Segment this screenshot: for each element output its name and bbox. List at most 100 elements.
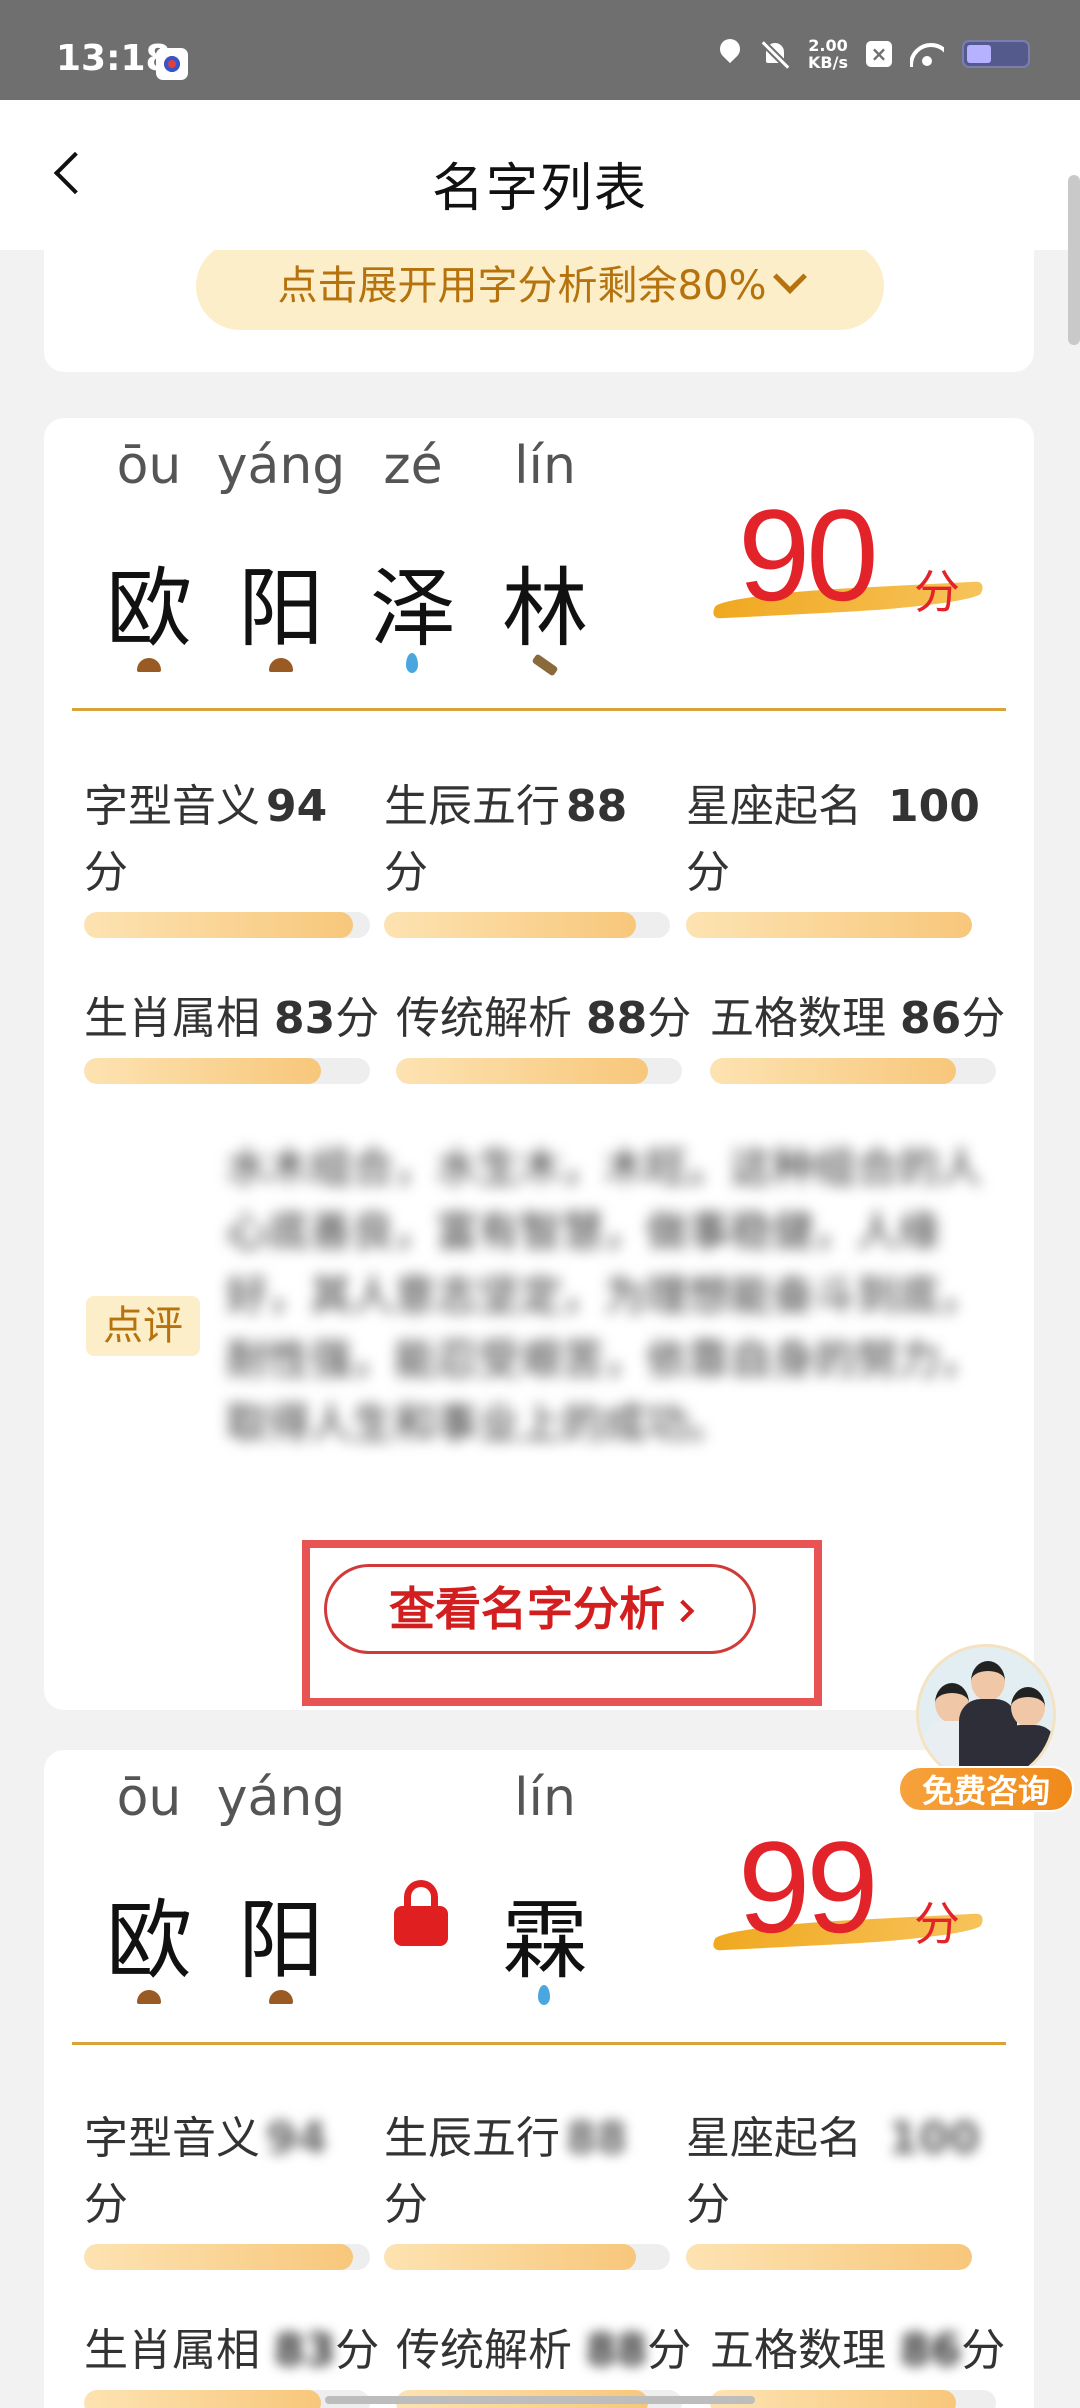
metric-bar-fill (84, 2244, 353, 2270)
metric-item: 字型音义 94 分 (84, 774, 384, 906)
metric-label: 传统解析 (396, 2325, 572, 2376)
char-pinyin: ōu (116, 436, 182, 496)
metric-value: 100 (888, 781, 980, 832)
metric-unit: 分 (384, 847, 428, 898)
expand-analysis-button[interactable]: 点击展开用字分析剩余80% (196, 242, 884, 330)
name-score: 90 分 (710, 482, 998, 648)
metric-unit: 分 (335, 993, 380, 1044)
metric-value: 88 (566, 781, 628, 832)
metric-label: 五格数理 (710, 2325, 886, 2376)
metric-bar (384, 2244, 670, 2270)
metric-label: 传统解析 (396, 993, 572, 1044)
metric-item: 生辰五行 88 分 (384, 2106, 684, 2238)
status-time: 13:18 (56, 38, 171, 79)
metric-unit: 分 (335, 2325, 380, 2376)
metric-bar-fill (686, 912, 972, 938)
metric-value: 94 (266, 781, 328, 832)
metric-bar-fill (686, 2244, 972, 2270)
mute-icon (760, 39, 790, 69)
free-consult-label: 免费咨询 (898, 1766, 1074, 1812)
scrollbar[interactable] (1068, 175, 1080, 345)
metric-unit: 分 (961, 2325, 1006, 2376)
nav-header: 名字列表 (0, 100, 1080, 250)
metric-item: 星座起名 100 分 (686, 774, 986, 906)
metric-bar-fill (384, 912, 636, 938)
name-card-locked: ōu 欧 yáng 阳 lín 霖 99 分 字型音义 94 分 生辰五行 88 分 星… (44, 1750, 1034, 2408)
char-hanzi: 霖 (502, 1891, 588, 1991)
metric-value-blurred: 88 (566, 2113, 628, 2164)
metric-item: 生肖属相 83分 (84, 986, 379, 1052)
metric-label: 字型音义 (84, 781, 260, 832)
metric-value: 88 (586, 993, 648, 1044)
score-unit: 分 (914, 565, 960, 619)
metric-bar (686, 912, 972, 938)
view-name-analysis-label: 查看名字分析 (389, 1582, 665, 1636)
home-indicator[interactable] (325, 2396, 755, 2404)
name-characters: ōu 欧 yáng 阳 zé 泽 lín 林 (44, 418, 644, 708)
comment-text-blurred: 水木组合，水生木，木旺。这种组合的人心底善良，富有智慧，做事稳健，人缘好，其人意… (226, 1143, 983, 1448)
char-hanzi: 阳 (238, 559, 324, 659)
free-consult-button[interactable]: 免费咨询 (896, 1636, 1076, 1816)
chevron-down-icon (773, 260, 808, 294)
metric-label: 星座起名 (686, 781, 862, 832)
char-hanzi: 林 (502, 559, 588, 659)
network-speed: 2.00 KB/s (808, 37, 848, 71)
metric-bar (710, 1058, 996, 1084)
comment-label: 点评 (86, 1296, 200, 1356)
char-pinyin: ōu (116, 1768, 182, 1828)
metric-value-blurred: 88 (586, 2325, 648, 2376)
metric-label: 字型音义 (84, 2113, 260, 2164)
metric-unit: 分 (961, 993, 1006, 1044)
x-badge-icon: × (866, 41, 892, 67)
metric-bar (384, 912, 670, 938)
expand-analysis-label: 点击展开用字分析剩余80% (277, 263, 767, 309)
metric-value-blurred: 94 (266, 2113, 328, 2164)
metric-unit: 分 (686, 847, 730, 898)
chevron-right-icon (671, 1599, 695, 1623)
metric-unit: 分 (686, 2179, 730, 2230)
name-card: ōu 欧 yáng 阳 zé 泽 lín 林 90 分 字型音义 94 分 生辰五行… (44, 418, 1034, 1710)
metric-label: 生肖属相 (84, 993, 260, 1044)
metric-item: 五格数理 86分 (710, 986, 1005, 1052)
divider (72, 708, 1006, 711)
battery-icon (962, 40, 1030, 68)
metric-bar-fill (84, 912, 353, 938)
char-hanzi: 欧 (106, 559, 192, 659)
score-unit: 分 (914, 1897, 960, 1951)
metric-value-blurred: 83 (274, 2325, 336, 2376)
network-speed-unit: KB/s (808, 53, 848, 72)
divider (72, 2042, 1006, 2045)
metric-unit: 分 (647, 2325, 692, 2376)
metric-item: 五格数理 86分 (710, 2318, 1005, 2384)
char-pinyin: lín (514, 1768, 576, 1828)
metric-bar (686, 2244, 972, 2270)
char-pinyin: lín (514, 436, 576, 496)
metric-item: 传统解析 88分 (396, 986, 691, 1052)
location-icon (718, 39, 742, 69)
metric-label: 生辰五行 (384, 781, 560, 832)
metric-bar (84, 2244, 370, 2270)
score-value: 99 (738, 1814, 879, 1960)
water-element-icon (538, 1985, 550, 2005)
metric-bar-fill (84, 2390, 322, 2408)
water-element-icon (406, 653, 418, 673)
metric-label: 生肖属相 (84, 2325, 260, 2376)
page-title: 名字列表 (431, 159, 648, 219)
status-icons: 2.00 KB/s × (718, 34, 1030, 74)
lock-icon[interactable] (394, 1880, 448, 1946)
metric-value-blurred: 86 (900, 2325, 962, 2376)
view-name-analysis-button[interactable]: 查看名字分析 (324, 1564, 756, 1654)
metric-value-blurred: 100 (888, 2113, 980, 2164)
metric-bar (84, 1058, 370, 1084)
app-notification-icon (156, 48, 188, 80)
metric-label: 星座起名 (686, 2113, 862, 2164)
name-score: 99 分 (710, 1814, 998, 1980)
char-pinyin: yáng (216, 1768, 346, 1828)
metric-unit: 分 (647, 993, 692, 1044)
wifi-icon (910, 41, 944, 67)
metric-item: 生辰五行 88 分 (384, 774, 684, 906)
metric-unit: 分 (84, 847, 128, 898)
name-characters: ōu 欧 yáng 阳 lín 霖 (44, 1750, 644, 2040)
metric-item: 生肖属相 83分 (84, 2318, 379, 2384)
metric-unit: 分 (384, 2179, 428, 2230)
